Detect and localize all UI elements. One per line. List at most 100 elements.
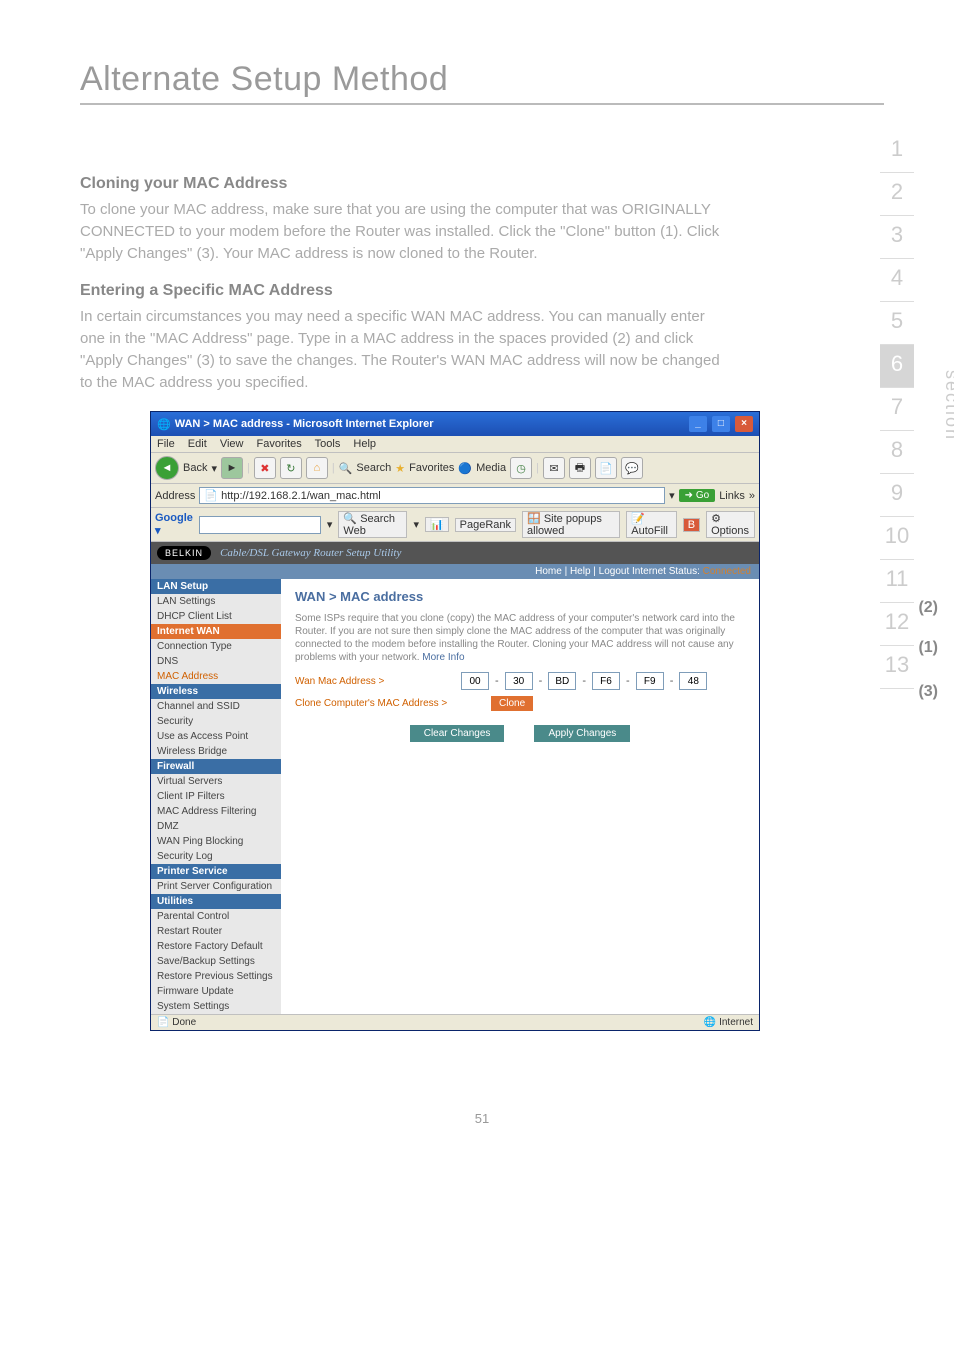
nav-channel-ssid[interactable]: Channel and SSID: [151, 699, 281, 714]
search-web-button[interactable]: 🔍 Search Web: [338, 511, 407, 538]
nav-firmware[interactable]: Firmware Update: [151, 984, 281, 999]
go-icon: ➜: [685, 490, 693, 501]
sec-5[interactable]: 5: [880, 302, 914, 345]
mail-button[interactable]: ✉: [543, 457, 565, 479]
mac-input-2[interactable]: [505, 672, 533, 690]
autofill-button[interactable]: 📝 AutoFill: [626, 511, 676, 538]
address-dropdown-icon[interactable]: ▾: [669, 489, 675, 502]
favorites-label[interactable]: Favorites: [409, 462, 454, 474]
media-label[interactable]: Media: [476, 462, 506, 474]
nav-dmz[interactable]: DMZ: [151, 819, 281, 834]
maximize-button[interactable]: □: [712, 416, 730, 432]
popups-button[interactable]: 🪟 Site popups allowed: [522, 511, 620, 538]
sec-7[interactable]: 7: [880, 388, 914, 431]
google-search-input[interactable]: [199, 516, 321, 534]
body-cloning: To clone your MAC address, make sure tha…: [80, 199, 720, 264]
menu-help[interactable]: Help: [353, 438, 376, 450]
nav-wireless-bridge[interactable]: Wireless Bridge: [151, 744, 281, 759]
sec-8[interactable]: 8: [880, 431, 914, 474]
apply-changes-button[interactable]: Apply Changes: [534, 725, 630, 742]
address-input[interactable]: 📄 http://192.168.2.1/wan_mac.html: [199, 487, 665, 504]
sec-10[interactable]: 10: [880, 517, 914, 560]
nav-save-backup[interactable]: Save/Backup Settings: [151, 954, 281, 969]
sec-11[interactable]: 11: [880, 560, 914, 603]
sec-9[interactable]: 9: [880, 474, 914, 517]
nav-lan-settings[interactable]: LAN Settings: [151, 594, 281, 609]
links-chevron-icon[interactable]: »: [749, 490, 755, 502]
section-nav: 1 2 3 4 5 6 7 8 9 10 11 12 13 section: [880, 130, 914, 689]
nav-firewall[interactable]: Firewall: [151, 759, 281, 774]
home-button[interactable]: ⌂: [306, 457, 328, 479]
clone-button[interactable]: Clone: [491, 696, 533, 711]
nav-dns[interactable]: DNS: [151, 654, 281, 669]
mac-input-1[interactable]: [461, 672, 489, 690]
sec-4[interactable]: 4: [880, 259, 914, 302]
menu-favorites[interactable]: Favorites: [257, 438, 302, 450]
nav-mac-filtering[interactable]: MAC Address Filtering: [151, 804, 281, 819]
nav-lan-setup[interactable]: LAN Setup: [151, 579, 281, 594]
nav-connection-type[interactable]: Connection Type: [151, 639, 281, 654]
nav-wan-ping[interactable]: WAN Ping Blocking: [151, 834, 281, 849]
nav-print-server[interactable]: Print Server Configuration: [151, 879, 281, 894]
nav-dhcp-client-list[interactable]: DHCP Client List: [151, 609, 281, 624]
autofill-icon: 📝: [631, 513, 645, 525]
history-button[interactable]: ◷: [510, 457, 532, 479]
refresh-button[interactable]: ↻: [280, 457, 302, 479]
pagerank-label[interactable]: PageRank: [455, 518, 516, 532]
clear-changes-button[interactable]: Clear Changes: [410, 725, 505, 742]
sec-2[interactable]: 2: [880, 173, 914, 216]
pagerank-button[interactable]: 📊: [425, 517, 449, 532]
sec-3[interactable]: 3: [880, 216, 914, 259]
menu-tools[interactable]: Tools: [315, 438, 341, 450]
nav-security-log[interactable]: Security Log: [151, 849, 281, 864]
google-logo[interactable]: Google ▾: [155, 512, 193, 537]
ie-window: 🌐 WAN > MAC address - Microsoft Internet…: [150, 411, 760, 1031]
nav-internet-wan[interactable]: Internet WAN: [151, 624, 281, 639]
nav-client-ip-filters[interactable]: Client IP Filters: [151, 789, 281, 804]
nav-restore-prev[interactable]: Restore Previous Settings: [151, 969, 281, 984]
close-button[interactable]: ×: [735, 416, 753, 432]
stop-button[interactable]: ✖: [254, 457, 276, 479]
print-button[interactable]: 🖶: [569, 457, 591, 479]
menu-view[interactable]: View: [220, 438, 244, 450]
google-dropdown-icon[interactable]: ▾: [327, 518, 333, 531]
mac-input-3[interactable]: [548, 672, 576, 690]
nav-mac-address[interactable]: MAC Address: [151, 669, 281, 684]
nav-virtual-servers[interactable]: Virtual Servers: [151, 774, 281, 789]
blogger-icon[interactable]: B: [683, 518, 700, 532]
more-info-link[interactable]: More Info: [422, 652, 464, 663]
go-button[interactable]: ➜ Go: [679, 489, 716, 502]
discuss-button[interactable]: 💬: [621, 457, 643, 479]
mac-input-4[interactable]: [592, 672, 620, 690]
nav-printer-service[interactable]: Printer Service: [151, 864, 281, 879]
nav-security[interactable]: Security: [151, 714, 281, 729]
belkin-strip-links[interactable]: Home | Help | Logout Internet Status:: [535, 566, 700, 577]
nav-use-as-ap[interactable]: Use as Access Point: [151, 729, 281, 744]
search-label[interactable]: Search: [356, 462, 391, 474]
links-label[interactable]: Links: [719, 490, 745, 502]
media-icon[interactable]: 🔵: [458, 462, 472, 475]
titlebar: 🌐 WAN > MAC address - Microsoft Internet…: [151, 412, 759, 436]
nav-restart[interactable]: Restart Router: [151, 924, 281, 939]
nav-system-settings[interactable]: System Settings: [151, 999, 281, 1014]
sec-1[interactable]: 1: [880, 130, 914, 173]
back-button[interactable]: ◄: [155, 456, 179, 480]
options-button[interactable]: ⚙ Options: [706, 511, 755, 538]
menu-edit[interactable]: Edit: [188, 438, 207, 450]
mac-input-6[interactable]: [679, 672, 707, 690]
sec-13[interactable]: 13: [880, 646, 914, 689]
edit-button[interactable]: 📄: [595, 457, 617, 479]
sec-6[interactable]: 6: [880, 345, 914, 388]
sec-12[interactable]: 12: [880, 603, 914, 646]
nav-wireless[interactable]: Wireless: [151, 684, 281, 699]
minimize-button[interactable]: _: [689, 416, 707, 432]
menu-file[interactable]: File: [157, 438, 175, 450]
nav-parental[interactable]: Parental Control: [151, 909, 281, 924]
nav-utilities[interactable]: Utilities: [151, 894, 281, 909]
nav-restore-default[interactable]: Restore Factory Default: [151, 939, 281, 954]
search-icon[interactable]: 🔍: [339, 462, 353, 475]
back-dropdown-icon[interactable]: ▾: [211, 462, 217, 475]
mac-input-5[interactable]: [636, 672, 664, 690]
forward-button[interactable]: ►: [221, 457, 243, 479]
favorites-icon[interactable]: ★: [395, 462, 405, 475]
